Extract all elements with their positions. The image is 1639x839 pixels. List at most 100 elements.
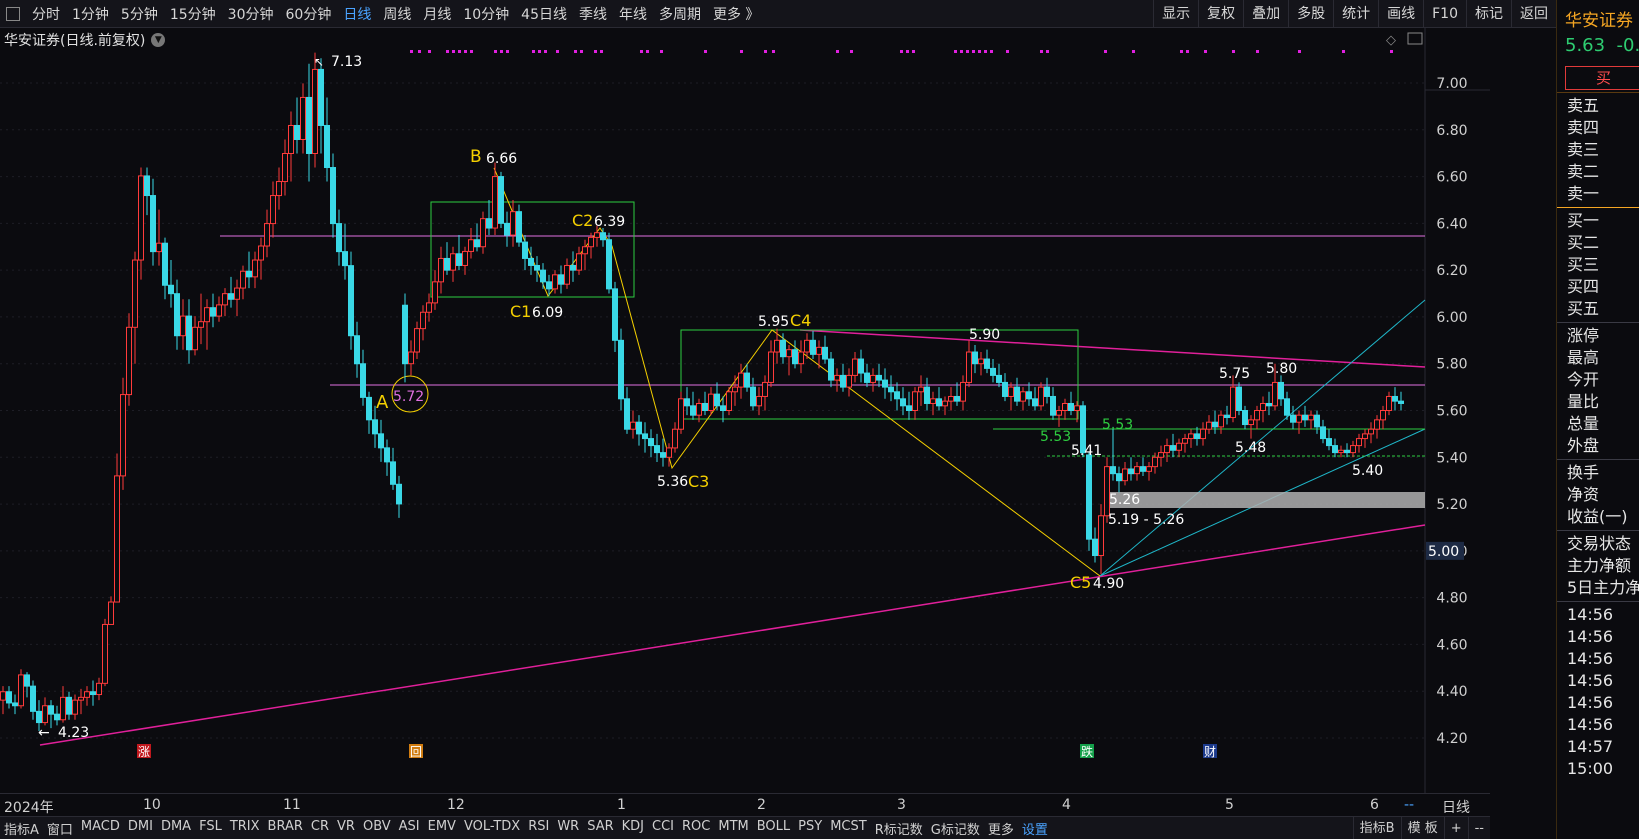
indicator-tab-16[interactable]: SAR	[583, 819, 617, 838]
candle-body	[1398, 400, 1404, 404]
toolbar-button-0[interactable]: 显示	[1153, 0, 1198, 28]
tab-period-5[interactable]: 60分钟	[280, 4, 338, 24]
indicator-tab-9[interactable]: VR	[333, 819, 359, 838]
indicator-tab-26[interactable]: 更多	[984, 819, 1018, 838]
bottom-right-button-3[interactable]: --	[1467, 817, 1490, 839]
tab-period-11[interactable]: 季线	[573, 4, 613, 24]
bottom-right-button-0[interactable]: 指标B	[1352, 817, 1401, 839]
candle-body	[702, 402, 708, 412]
indicator-tab-13[interactable]: VOL-TDX	[460, 819, 524, 838]
signal-dot	[1132, 50, 1135, 53]
candle-body	[810, 339, 816, 355]
candle-body	[42, 705, 48, 724]
toolbar-button-2[interactable]: 叠加	[1243, 0, 1288, 28]
candle-body	[894, 391, 900, 400]
candle-body	[1302, 414, 1308, 421]
candle-body	[534, 264, 540, 271]
indicator-tab-19[interactable]: ROC	[678, 819, 714, 838]
tab-period-8[interactable]: 月线	[417, 4, 457, 24]
indicator-tab-0[interactable]: 指标A	[0, 819, 43, 838]
indicator-tab-27[interactable]: 设置	[1018, 819, 1052, 838]
indicator-tab-24[interactable]: R标记数	[871, 819, 927, 838]
candle-body	[390, 461, 396, 485]
toolbar-button-1[interactable]: 复权	[1198, 0, 1243, 28]
candle-body	[144, 175, 150, 197]
candle-body	[1236, 386, 1242, 412]
signal-dot	[640, 50, 643, 53]
bottom-right-button-2[interactable]: +	[1443, 817, 1468, 839]
candle-body	[1380, 410, 1386, 421]
toolbar-button-5[interactable]: 画线	[1378, 0, 1423, 28]
tab-period-1[interactable]: 1分钟	[66, 4, 115, 24]
candle-body	[354, 335, 360, 365]
tab-period-12[interactable]: 年线	[613, 4, 653, 24]
candle-body	[708, 393, 714, 411]
candle-body	[66, 696, 72, 715]
candle-body	[822, 346, 828, 360]
indicator-tab-22[interactable]: PSY	[794, 819, 826, 838]
stat-row-5: 外盘	[1567, 436, 1600, 455]
tab-period-2[interactable]: 5分钟	[115, 4, 164, 24]
indicator-tab-7[interactable]: BRAR	[264, 819, 307, 838]
candle-body	[468, 239, 474, 252]
candle-body	[522, 241, 528, 259]
indicator-tab-10[interactable]: OBV	[359, 819, 395, 838]
tab-period-0[interactable]: 分时	[26, 4, 66, 24]
range-band	[1105, 492, 1425, 508]
candle-body	[444, 257, 450, 271]
tab-period-3[interactable]: 15分钟	[164, 4, 222, 24]
candle-body	[1278, 381, 1284, 400]
annotation-C1: C1	[510, 302, 531, 321]
indicator-tab-11[interactable]: ASI	[395, 819, 424, 838]
indicator-tab-3[interactable]: DMI	[124, 819, 157, 838]
candle-body	[834, 374, 840, 381]
candle-body	[726, 391, 732, 411]
indicator-tab-21[interactable]: BOLL	[753, 819, 794, 838]
tab-period-14[interactable]: 更多 》	[707, 4, 765, 24]
x-axis-label: 5	[1225, 797, 1234, 813]
indicator-tab-12[interactable]: EMV	[424, 819, 460, 838]
tab-period-4[interactable]: 30分钟	[222, 4, 280, 24]
toolbar-button-7[interactable]: 标记	[1466, 0, 1511, 28]
indicator-tab-6[interactable]: TRIX	[226, 819, 264, 838]
indicator-tab-8[interactable]: CR	[307, 819, 333, 838]
candle-body	[1158, 452, 1164, 458]
candle-body	[1038, 386, 1044, 407]
window-toggle-icon[interactable]	[6, 6, 20, 21]
indicator-tab-2[interactable]: MACD	[77, 819, 124, 838]
toolbar-button-4[interactable]: 统计	[1333, 0, 1378, 28]
x-axis-dashes[interactable]: --	[1404, 797, 1414, 813]
toolbar-button-3[interactable]: 多股	[1288, 0, 1333, 28]
indicator-tab-20[interactable]: MTM	[714, 819, 752, 838]
signal-dot	[494, 50, 497, 53]
indicator-tab-25[interactable]: G标记数	[927, 819, 984, 838]
bottom-right-button-1[interactable]: 模 板	[1400, 817, 1444, 839]
toolbar-button-8[interactable]: 返回	[1511, 0, 1556, 28]
marker-die: 跌	[1081, 744, 1093, 759]
tab-period-13[interactable]: 多周期	[653, 4, 707, 24]
tab-period-10[interactable]: 45日线	[515, 4, 573, 24]
tab-period-7[interactable]: 周线	[377, 4, 417, 24]
candle-body	[882, 379, 888, 388]
indicator-tab-5[interactable]: FSL	[195, 819, 226, 838]
tab-period-9[interactable]: 10分钟	[457, 4, 515, 24]
signal-dot	[1256, 50, 1259, 53]
time-row-6: 14:57	[1567, 737, 1614, 756]
annotation-low: 4.23	[58, 725, 89, 741]
indicator-tab-17[interactable]: KDJ	[618, 819, 648, 838]
candle-body	[456, 253, 462, 266]
kline-chart[interactable]: 7.00 6.80 6.60 6.40 6.20 6.00 5.80 5.60 5.40 5.20…	[0, 28, 1490, 793]
toolbar-button-6[interactable]: F10	[1423, 0, 1466, 28]
candle-body	[1272, 381, 1278, 407]
candle-body	[1098, 515, 1104, 557]
indicator-tab-4[interactable]: DMA	[157, 819, 195, 838]
indicator-tab-1[interactable]: 窗口	[43, 819, 77, 838]
indicator-tab-14[interactable]: RSI	[524, 819, 553, 838]
signal-dot	[836, 50, 839, 53]
tab-period-6[interactable]: 日线	[337, 4, 377, 24]
signal-dot	[1046, 50, 1049, 53]
indicator-tab-18[interactable]: CCI	[648, 819, 678, 838]
indicator-tab-23[interactable]: MCST	[826, 819, 871, 838]
buy-button[interactable]: 买	[1565, 66, 1639, 90]
indicator-tab-15[interactable]: WR	[553, 819, 583, 838]
